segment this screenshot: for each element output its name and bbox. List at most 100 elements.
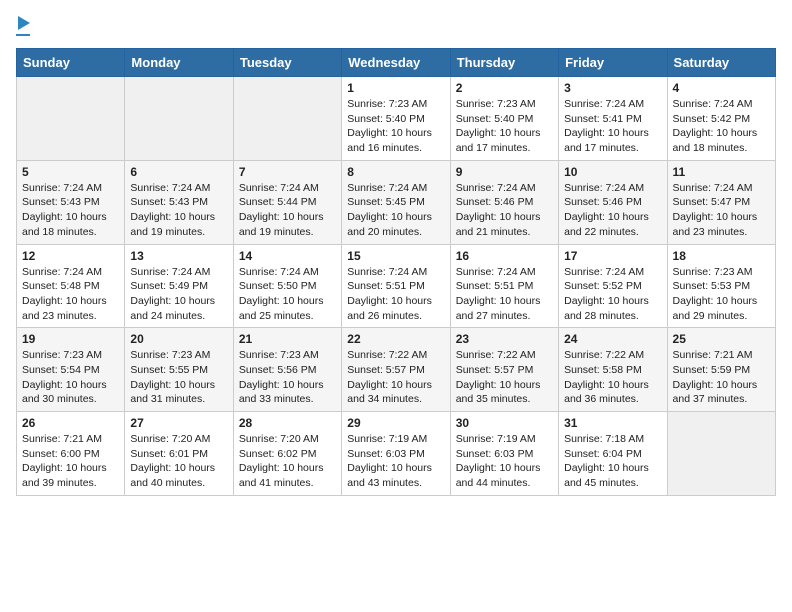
day-info: Sunrise: 7:24 AM <box>564 265 661 280</box>
calendar-cell: 5Sunrise: 7:24 AMSunset: 5:43 PMDaylight… <box>17 160 125 244</box>
day-number: 8 <box>347 165 444 179</box>
day-number: 24 <box>564 332 661 346</box>
calendar-cell <box>233 77 341 161</box>
day-info: Daylight: 10 hours and 26 minutes. <box>347 294 444 323</box>
day-info: Daylight: 10 hours and 45 minutes. <box>564 461 661 490</box>
day-number: 19 <box>22 332 119 346</box>
day-number: 27 <box>130 416 227 430</box>
calendar-cell: 15 Sunrise: 7:24 AMSunset: 5:51 PMDayligh… <box>342 244 450 328</box>
day-info: Sunrise: 7:24 AM <box>673 97 770 112</box>
day-info: Daylight: 10 hours and 16 minutes. <box>347 126 444 155</box>
day-info: Daylight: 10 hours and 27 minutes. <box>456 294 553 323</box>
calendar-cell: 11Sunrise: 7:24 AMSunset: 5:47 PMDayligh… <box>667 160 775 244</box>
day-info: Daylight: 10 hours and 19 minutes. <box>239 210 336 239</box>
day-number: 23 <box>456 332 553 346</box>
day-of-week-header: Thursday <box>450 49 558 77</box>
day-info: Daylight: 10 hours and 29 minutes. <box>673 294 770 323</box>
day-number: 22 <box>347 332 444 346</box>
day-info: Daylight: 10 hours and 25 minutes. <box>239 294 336 323</box>
day-number: 9 <box>456 165 553 179</box>
day-info: Sunrise: 7:24 AM <box>130 265 227 280</box>
day-info: Sunset: 5:51 PM <box>347 279 444 294</box>
calendar-cell: 12Sunrise: 7:24 AMSunset: 5:48 PMDayligh… <box>17 244 125 328</box>
day-info: Daylight: 10 hours and 41 minutes. <box>239 461 336 490</box>
day-info: Sunrise: 7:24 AM <box>347 265 444 280</box>
day-info: Sunrise: 7:23 AM <box>673 265 770 280</box>
day-info: Sunset: 6:00 PM <box>22 447 119 462</box>
day-number: 15 <box>347 249 444 263</box>
calendar-cell: 31Sunrise: 7:18 AMSunset: 6:04 PMDayligh… <box>559 412 667 496</box>
day-number: 18 <box>673 249 770 263</box>
page-header <box>16 16 776 36</box>
day-info: Daylight: 10 hours and 24 minutes. <box>130 294 227 323</box>
day-info: Sunrise: 7:20 AM <box>239 432 336 447</box>
day-info: Sunset: 5:50 PM <box>239 279 336 294</box>
day-info: Sunset: 5:40 PM <box>456 112 553 127</box>
day-info: Sunset: 6:04 PM <box>564 447 661 462</box>
calendar-cell: 9Sunrise: 7:24 AMSunset: 5:46 PMDaylight… <box>450 160 558 244</box>
day-of-week-header: Sunday <box>17 49 125 77</box>
calendar-cell: 30Sunrise: 7:19 AMSunset: 6:03 PMDayligh… <box>450 412 558 496</box>
day-number: 1 <box>347 81 444 95</box>
day-info: Sunrise: 7:24 AM <box>130 181 227 196</box>
day-info: Sunset: 5:56 PM <box>239 363 336 378</box>
day-info: Sunrise: 7:24 AM <box>239 181 336 196</box>
calendar-cell: 25Sunrise: 7:21 AMSunset: 5:59 PMDayligh… <box>667 328 775 412</box>
day-info: Sunrise: 7:22 AM <box>564 348 661 363</box>
day-info: Sunset: 5:46 PM <box>456 195 553 210</box>
day-info: Sunset: 5:54 PM <box>22 363 119 378</box>
calendar-cell: 23Sunrise: 7:22 AMSunset: 5:57 PMDayligh… <box>450 328 558 412</box>
day-of-week-header: Monday <box>125 49 233 77</box>
day-info: Daylight: 10 hours and 19 minutes. <box>130 210 227 239</box>
day-info: Sunrise: 7:22 AM <box>347 348 444 363</box>
day-info: Sunrise: 7:23 AM <box>347 97 444 112</box>
day-number: 28 <box>239 416 336 430</box>
day-of-week-header: Friday <box>559 49 667 77</box>
day-info: Daylight: 10 hours and 36 minutes. <box>564 378 661 407</box>
day-of-week-header: Saturday <box>667 49 775 77</box>
day-info: Daylight: 10 hours and 39 minutes. <box>22 461 119 490</box>
day-number: 29 <box>347 416 444 430</box>
calendar-cell: 19Sunrise: 7:23 AMSunset: 5:54 PMDayligh… <box>17 328 125 412</box>
day-info: Sunset: 5:49 PM <box>130 279 227 294</box>
day-info: Sunset: 6:03 PM <box>456 447 553 462</box>
logo-underline <box>16 34 30 36</box>
day-info: Sunset: 5:51 PM <box>456 279 553 294</box>
day-info: Sunrise: 7:24 AM <box>456 265 553 280</box>
calendar-cell: 2Sunrise: 7:23 AMSunset: 5:40 PMDaylight… <box>450 77 558 161</box>
logo-arrow-icon <box>18 16 30 30</box>
day-number: 20 <box>130 332 227 346</box>
calendar-cell: 1Sunrise: 7:23 AMSunset: 5:40 PMDaylight… <box>342 77 450 161</box>
calendar-cell: 21Sunrise: 7:23 AMSunset: 5:56 PMDayligh… <box>233 328 341 412</box>
day-info: Daylight: 10 hours and 18 minutes. <box>673 126 770 155</box>
day-of-week-header: Tuesday <box>233 49 341 77</box>
calendar-week-row: 5Sunrise: 7:24 AMSunset: 5:43 PMDaylight… <box>17 160 776 244</box>
day-info: Daylight: 10 hours and 18 minutes. <box>22 210 119 239</box>
day-info: Sunset: 5:43 PM <box>130 195 227 210</box>
day-info: Sunrise: 7:24 AM <box>564 97 661 112</box>
day-info: Daylight: 10 hours and 43 minutes. <box>347 461 444 490</box>
calendar-cell: 17Sunrise: 7:24 AMSunset: 5:52 PMDayligh… <box>559 244 667 328</box>
day-number: 30 <box>456 416 553 430</box>
calendar-cell: 6Sunrise: 7:24 AMSunset: 5:43 PMDaylight… <box>125 160 233 244</box>
day-info: Sunset: 5:57 PM <box>456 363 553 378</box>
calendar-cell <box>125 77 233 161</box>
day-info: Daylight: 10 hours and 34 minutes. <box>347 378 444 407</box>
day-number: 7 <box>239 165 336 179</box>
day-info: Sunset: 5:45 PM <box>347 195 444 210</box>
day-info: Sunrise: 7:19 AM <box>456 432 553 447</box>
calendar-cell: 7Sunrise: 7:24 AMSunset: 5:44 PMDaylight… <box>233 160 341 244</box>
calendar-cell: 16Sunrise: 7:24 AMSunset: 5:51 PMDayligh… <box>450 244 558 328</box>
calendar-week-row: 26Sunrise: 7:21 AMSunset: 6:00 PMDayligh… <box>17 412 776 496</box>
day-number: 11 <box>673 165 770 179</box>
day-info: Sunset: 5:52 PM <box>564 279 661 294</box>
day-number: 10 <box>564 165 661 179</box>
day-info: Daylight: 10 hours and 21 minutes. <box>456 210 553 239</box>
day-number: 26 <box>22 416 119 430</box>
calendar-cell: 13Sunrise: 7:24 AMSunset: 5:49 PMDayligh… <box>125 244 233 328</box>
calendar-cell: 20Sunrise: 7:23 AMSunset: 5:55 PMDayligh… <box>125 328 233 412</box>
calendar-cell: 26Sunrise: 7:21 AMSunset: 6:00 PMDayligh… <box>17 412 125 496</box>
calendar-cell: 24Sunrise: 7:22 AMSunset: 5:58 PMDayligh… <box>559 328 667 412</box>
day-info: Sunset: 5:47 PM <box>673 195 770 210</box>
calendar-cell: 18Sunrise: 7:23 AMSunset: 5:53 PMDayligh… <box>667 244 775 328</box>
